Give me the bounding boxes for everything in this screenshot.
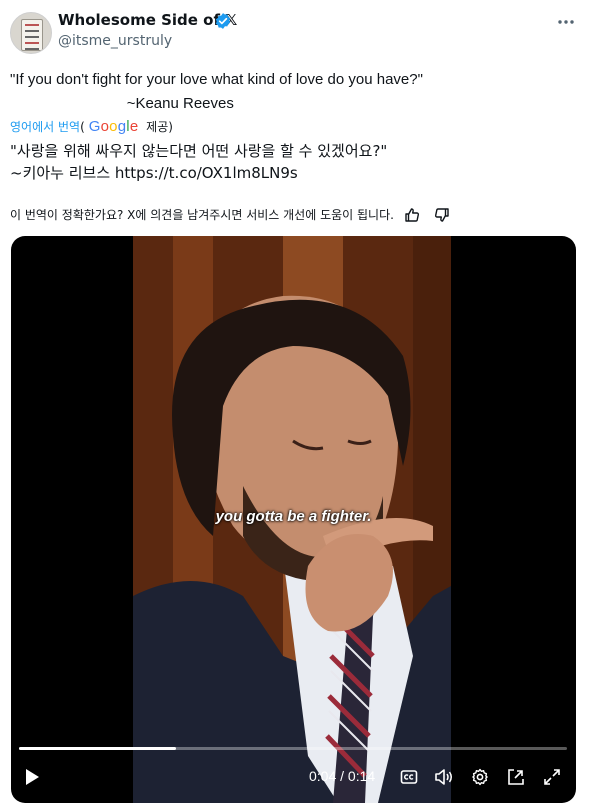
- feedback-prompt: 이 번역이 정확한가요? X에 의견을 남겨주시면 서비스 개선에 도움이 됩니…: [10, 208, 394, 222]
- tweet-translated-text: "사랑을 위해 싸우지 않는다면 어떤 사랑을 할 수 있겠어요?" ~키아누 …: [10, 142, 388, 182]
- more-options-icon[interactable]: [556, 12, 576, 32]
- fullscreen-button[interactable]: [541, 764, 563, 790]
- translation-attribution: 영어에서 번역 ( Google 제공): [10, 118, 173, 135]
- play-icon: [26, 769, 39, 785]
- google-logo: Google: [88, 118, 139, 135]
- avatar-sign-image: [21, 19, 43, 51]
- thumbs-down-icon[interactable]: [434, 207, 450, 223]
- translation-feedback: 이 번역이 정확한가요? X에 의견을 남겨주시면 서비스 개선에 도움이 됩니…: [10, 206, 450, 223]
- captions-icon: [400, 770, 418, 784]
- settings-button[interactable]: [469, 764, 491, 790]
- current-time: 0:04: [309, 768, 337, 784]
- pop-out-icon: [508, 769, 524, 785]
- volume-icon: [435, 769, 452, 785]
- play-button[interactable]: [21, 764, 43, 790]
- author-name[interactable]: Wholesome Side of 𝕏: [58, 11, 237, 29]
- video-player[interactable]: you gotta be a fighter. 0:04 / 0:14: [11, 236, 576, 803]
- fullscreen-icon: [544, 769, 560, 785]
- video-caption: you gotta be a fighter.: [215, 508, 372, 525]
- translated-by-link[interactable]: 영어에서 번역: [10, 118, 80, 135]
- duration: 0:14: [347, 768, 376, 784]
- author-handle[interactable]: @itsme_urstruly: [58, 33, 172, 49]
- thumbs-up-icon[interactable]: [404, 207, 420, 223]
- video-time: 0:04 / 0:14: [309, 768, 375, 784]
- video-progress-bar[interactable]: [19, 747, 567, 750]
- video-progress-fill: [19, 747, 176, 750]
- avatar[interactable]: [10, 12, 52, 54]
- video-controls: 0:04 / 0:14: [11, 764, 576, 794]
- time-separator: /: [336, 768, 348, 784]
- paren-open: (: [80, 119, 85, 134]
- tweet-original-text: "If you don't fight for your love what k…: [10, 71, 423, 112]
- captions-button[interactable]: [398, 764, 420, 790]
- settings-icon: [472, 768, 488, 786]
- pop-out-button[interactable]: [505, 764, 527, 790]
- verified-badge-icon[interactable]: [214, 12, 232, 30]
- provided-label: 제공): [142, 120, 173, 134]
- volume-button[interactable]: [433, 764, 455, 790]
